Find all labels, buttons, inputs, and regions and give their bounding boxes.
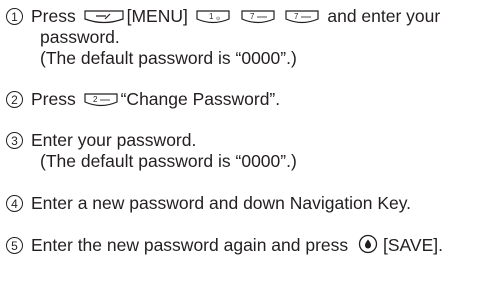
- step-number: 1: [6, 8, 23, 25]
- seven-key-icon: 7: [285, 9, 320, 25]
- step-text: Press: [31, 6, 76, 26]
- step-number: 5: [6, 237, 23, 254]
- step-number: 3: [6, 132, 23, 149]
- step-note: (The default password is “0000”.): [40, 48, 297, 68]
- step-2: 2 Press 2 “Change Password”.: [6, 89, 280, 110]
- two-key-icon: 2: [84, 92, 118, 108]
- step-number: 4: [6, 195, 23, 212]
- step-note: (The default password is “0000”.): [40, 151, 297, 171]
- step-text: Enter a new password and down Navigation…: [31, 193, 412, 213]
- step-text: Enter the new password again and press: [31, 235, 349, 255]
- step-4: 4 Enter a new password and down Navigatio…: [6, 193, 411, 214]
- step-continuation: password.: [40, 27, 120, 47]
- one-key-icon: 1 ⊙: [196, 9, 230, 25]
- step-text: Press: [31, 89, 76, 109]
- step-number: 2: [6, 91, 23, 108]
- step-text: and enter your: [327, 6, 441, 26]
- menu-key-icon: [84, 9, 124, 25]
- step-3: 3 Enter your password. (The default passw…: [6, 130, 297, 172]
- step-1: 1 Press [MENU] 1 ⊙ 7 7 and enter your pa…: [6, 6, 440, 69]
- svg-text:⊙: ⊙: [216, 16, 220, 22]
- step-5: 5 Enter the new password again and press …: [6, 234, 443, 259]
- menu-label: [MENU]: [126, 6, 188, 26]
- key-digit: 7: [294, 12, 299, 21]
- step-text: [SAVE].: [383, 235, 443, 255]
- ok-key-icon: [358, 234, 378, 259]
- key-digit: 2: [93, 95, 98, 104]
- step-text: “Change Password”.: [120, 89, 281, 109]
- key-digit: 7: [250, 12, 255, 21]
- step-text: Enter your password.: [31, 130, 197, 150]
- key-digit: 1: [209, 12, 214, 21]
- seven-key-icon: 7: [241, 9, 275, 25]
